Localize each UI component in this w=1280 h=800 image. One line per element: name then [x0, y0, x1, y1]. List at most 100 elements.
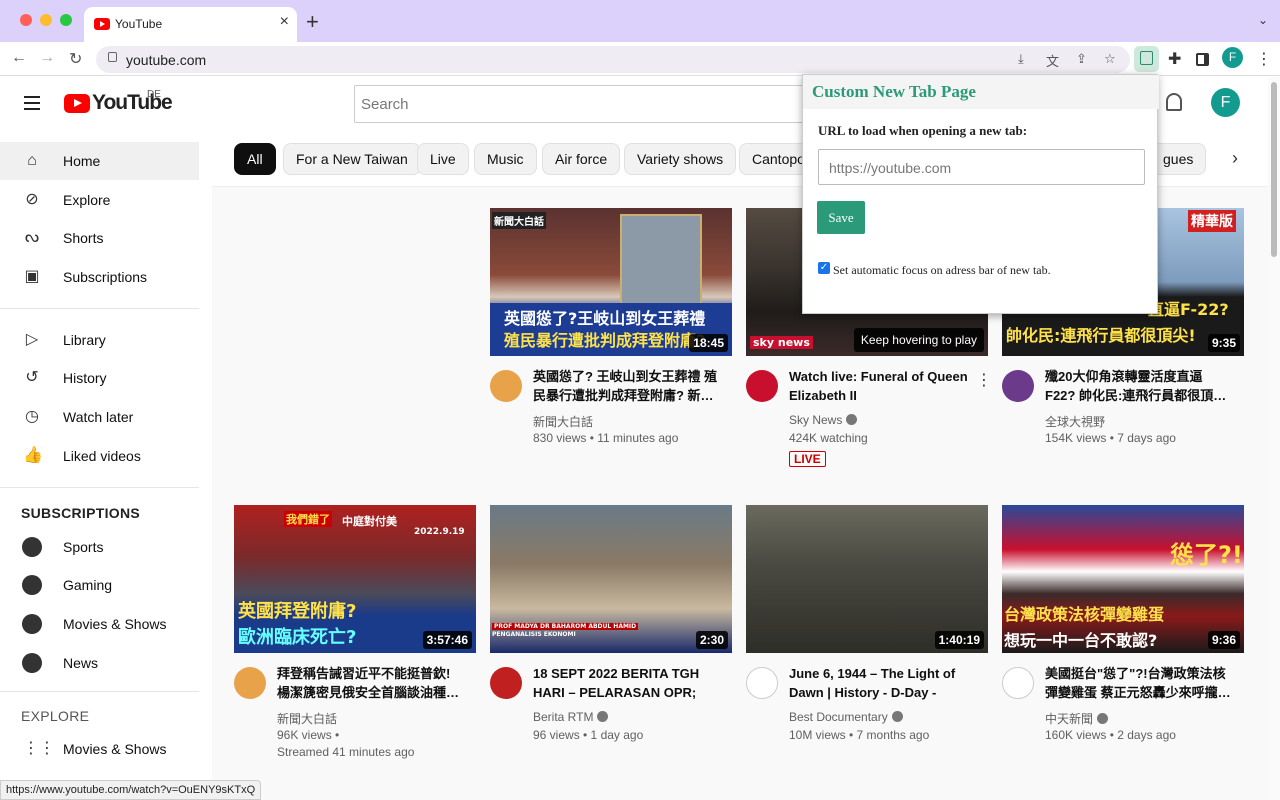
sidebar-item-movies-shows[interactable]: Movies & Shows: [0, 605, 199, 643]
video-thumbnail[interactable]: 慫了?! 台灣政策法核彈變雞蛋 想玩一中一台不敢認? 9:36: [1002, 505, 1244, 653]
sidebar-item-gaming[interactable]: Gaming: [0, 566, 199, 604]
search-input[interactable]: Search: [354, 85, 814, 123]
translate-icon[interactable]: 文: [1046, 51, 1059, 70]
sky-news-logo: sky news: [750, 336, 813, 349]
browser-tab[interactable]: YouTube ×: [84, 7, 297, 42]
sidebar-item-explore[interactable]: ⊘ Explore: [0, 181, 199, 219]
thumbnail-caption: 直逼F-22?: [1148, 300, 1229, 319]
video-card[interactable]: 慫了?! 台灣政策法核彈變雞蛋 想玩一中一台不敢認? 9:36 美國挺台"慫了"…: [1002, 505, 1244, 765]
chips-next-chevron-icon[interactable]: ›: [1232, 148, 1238, 169]
channel-avatar[interactable]: [1002, 370, 1034, 402]
thumbnail-date: 2022.9.19: [414, 527, 465, 537]
sidebar-divider: [0, 308, 199, 309]
new-tab-url-input[interactable]: https://youtube.com: [818, 149, 1145, 185]
custom-new-tab-extension-icon[interactable]: [1134, 46, 1159, 72]
page-scrollbar[interactable]: [1268, 77, 1280, 800]
thumbnail-caption: 歐洲臨床死亡?: [238, 627, 357, 648]
new-tab-button[interactable]: +: [306, 9, 319, 35]
channel-avatar[interactable]: [746, 667, 778, 699]
extensions-puzzle-icon[interactable]: ✚: [1168, 49, 1181, 69]
notifications-bell-icon[interactable]: [1166, 93, 1182, 111]
chip-all[interactable]: All: [234, 143, 276, 175]
chip-gues[interactable]: gues: [1150, 143, 1207, 175]
sidebar-item-liked-videos[interactable]: 👍 Liked videos: [0, 437, 199, 475]
install-icon[interactable]: ⤓: [1018, 51, 1024, 67]
thumbnail-caption: 台灣政策法核彈變雞蛋: [1004, 605, 1165, 624]
tab-search-icon[interactable]: ⌄: [1258, 13, 1268, 27]
tab-close-icon[interactable]: ×: [280, 13, 289, 31]
forward-icon[interactable]: →: [39, 49, 55, 67]
youtube-logo-icon[interactable]: [64, 94, 90, 113]
video-thumbnail[interactable]: 我們錯了 中庭對付美 2022.9.19 英國拜登附庸? 歐洲臨床死亡? 3:5…: [234, 505, 476, 653]
chip-music[interactable]: Music: [474, 143, 537, 175]
save-button[interactable]: Save: [817, 201, 865, 234]
channel-name[interactable]: 全球大視野: [1045, 413, 1105, 430]
minimize-window-button[interactable]: [40, 14, 52, 26]
bookmark-star-icon[interactable]: ☆: [1104, 51, 1116, 67]
sidebar-item-home[interactable]: ⌂ Home: [0, 142, 199, 180]
back-icon[interactable]: ←: [11, 49, 27, 67]
sidebar-item-shorts[interactable]: ᔓ Shorts: [0, 219, 199, 257]
browser-toolbar: ← → ↻ youtube.com ⤓ 文 ⇪ ☆ ✚ F ⋮: [0, 42, 1280, 76]
channel-avatar[interactable]: [746, 370, 778, 402]
channel-name[interactable]: Sky News: [789, 413, 858, 427]
hover-to-play-hint: Keep hovering to play: [853, 328, 984, 352]
link-status-bar: https://www.youtube.com/watch?v=OuENY9sK…: [0, 780, 262, 800]
video-card[interactable]: PROF MADYA DR BAHAROM ABDUL HAMID PENGAN…: [490, 505, 732, 765]
address-bar[interactable]: youtube.com ⤓ 文 ⇪ ☆: [96, 46, 1130, 73]
share-icon[interactable]: ⇪: [1076, 51, 1087, 67]
video-title[interactable]: Watch live: Funeral of Queen Elizabeth I…: [789, 367, 975, 405]
more-actions-kebab-icon[interactable]: ⋮: [976, 370, 992, 390]
hamburger-menu-icon[interactable]: [24, 96, 40, 110]
sidebar-item-subscriptions[interactable]: ▣ Subscriptions: [0, 258, 199, 296]
subscriptions-icon: ▣: [24, 268, 40, 285]
chip-live[interactable]: Live: [417, 143, 469, 175]
channel-name[interactable]: 中天新聞: [1045, 710, 1109, 727]
chip-variety-shows[interactable]: Variety shows: [624, 143, 737, 175]
video-title[interactable]: 殲20大仰角滾轉靈活度直逼F22? 帥化民:連飛行員都很頂…: [1045, 367, 1231, 405]
video-title[interactable]: June 6, 1944 – The Light of Dawn | Histo…: [789, 664, 975, 704]
side-panel-icon[interactable]: [1196, 53, 1209, 66]
sidebar-item-label: Explore: [63, 192, 111, 208]
library-icon: ▷: [25, 331, 39, 348]
sidebar-item-label: Shorts: [63, 230, 104, 246]
video-title[interactable]: 英國慫了? 王岐山到女王葬禮 殖民暴行遭批判成拜登附庸? 新…: [533, 367, 719, 405]
video-card[interactable]: 我們錯了 中庭對付美 2022.9.19 英國拜登附庸? 歐洲臨床死亡? 3:5…: [234, 505, 476, 765]
close-window-button[interactable]: [20, 14, 32, 26]
video-title[interactable]: 美國挺台"慫了"?!台灣政策法核彈變雞蛋 蔡正元怒轟少來呼攏…: [1045, 664, 1231, 702]
reload-icon[interactable]: ↻: [69, 49, 82, 69]
video-duration: 1:40:19: [934, 631, 984, 649]
channel-name[interactable]: 新聞大白話: [533, 413, 593, 430]
video-title[interactable]: 18 SEPT 2022 BERITA TGH HARI – PELARASAN…: [533, 664, 719, 704]
sidebar-item-label: Sports: [63, 539, 104, 555]
channel-name[interactable]: Best Documentary: [789, 710, 903, 724]
chip-for-a-new-taiwan[interactable]: For a New Taiwan: [283, 143, 421, 175]
autofocus-checkbox[interactable]: ✓: [818, 262, 830, 274]
channel-name[interactable]: Berita RTM: [533, 710, 609, 724]
sidebar-item-explore-movies-shows[interactable]: ⋮⋮ Movies & Shows: [0, 730, 199, 768]
sidebar-item-watch-later[interactable]: ◷ Watch later: [0, 398, 199, 436]
video-thumbnail[interactable]: 新聞大白話 英國慫了?王岐山到女王葬禮 殖民暴行遭批判成拜登附庸? 18:45: [490, 208, 732, 356]
video-card[interactable]: 1:40:19 June 6, 1944 – The Light of Dawn…: [746, 505, 988, 765]
maximize-window-button[interactable]: [60, 14, 72, 26]
chip-air-force[interactable]: Air force: [542, 143, 621, 175]
channel-avatar[interactable]: [490, 370, 522, 402]
video-title[interactable]: 拜登稱告誡習近平不能挺普欽! 楊潔篪密見俄安全首腦談油種…: [277, 664, 463, 702]
sidebar-item-history[interactable]: ↺ History: [0, 359, 199, 397]
verified-icon: [846, 414, 858, 425]
account-avatar[interactable]: F: [1211, 88, 1240, 117]
sidebar-item-sports[interactable]: Sports: [0, 528, 199, 566]
sidebar-item-news[interactable]: News: [0, 644, 199, 682]
menu-kebab-icon[interactable]: ⋮: [1256, 49, 1272, 69]
video-thumbnail[interactable]: PROF MADYA DR BAHAROM ABDUL HAMID PENGAN…: [490, 505, 732, 653]
channel-avatar[interactable]: [234, 667, 266, 699]
sidebar-item-library[interactable]: ▷ Library: [0, 321, 199, 359]
thumbs-up-icon: 👍: [23, 447, 43, 464]
scrollbar-thumb[interactable]: [1271, 82, 1277, 257]
video-thumbnail[interactable]: 1:40:19: [746, 505, 988, 653]
channel-avatar[interactable]: [490, 667, 522, 699]
channel-avatar[interactable]: [1002, 667, 1034, 699]
channel-name[interactable]: 新聞大白話: [277, 710, 337, 727]
video-card[interactable]: 新聞大白話 英國慫了?王岐山到女王葬禮 殖民暴行遭批判成拜登附庸? 18:45 …: [490, 208, 732, 468]
profile-avatar[interactable]: F: [1222, 47, 1243, 68]
